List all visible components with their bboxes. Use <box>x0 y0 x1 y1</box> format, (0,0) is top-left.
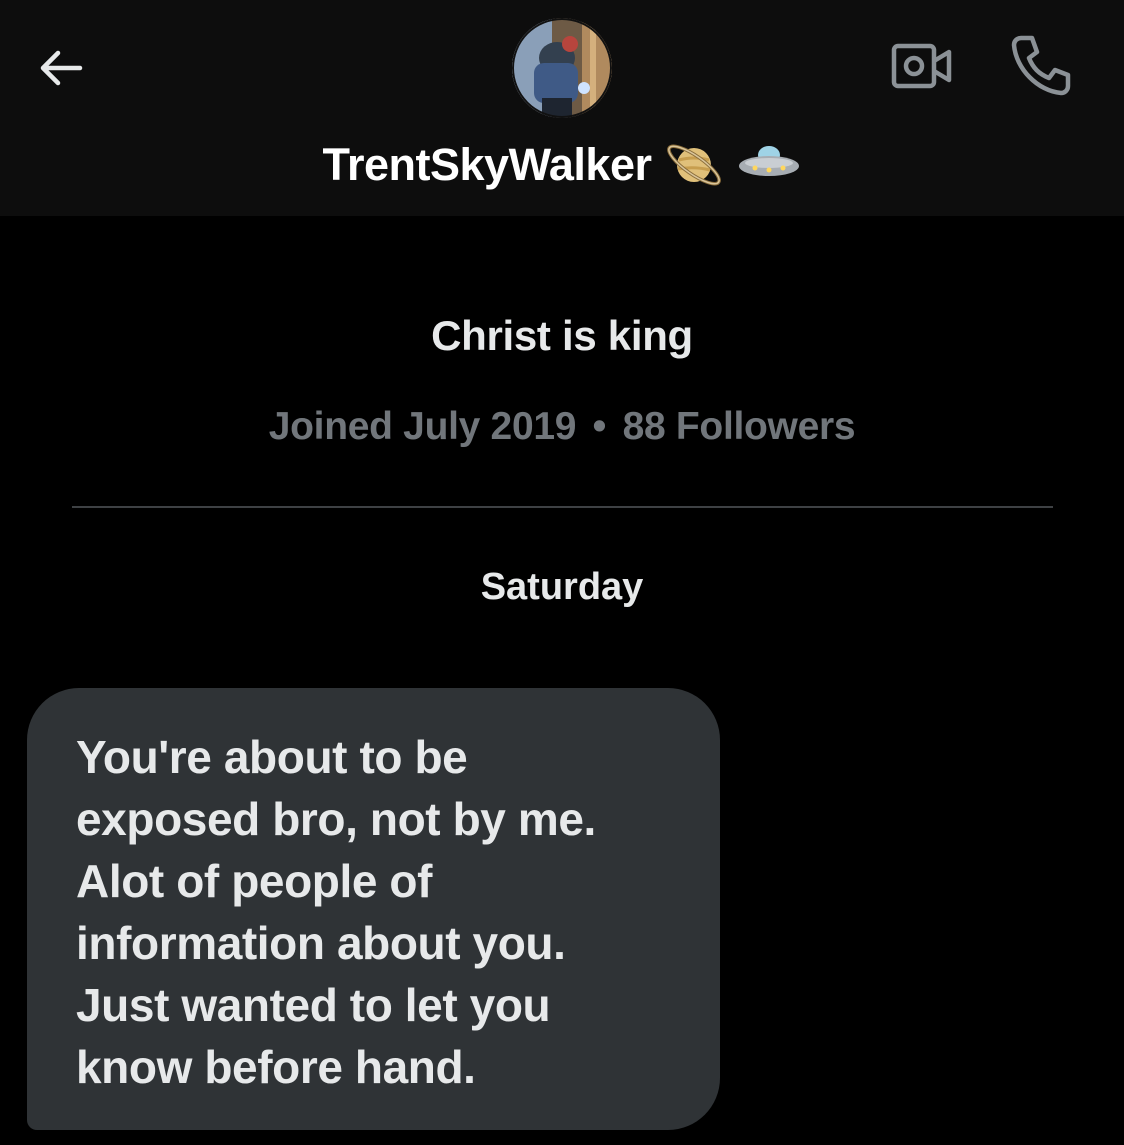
display-name: TrentSkyWalker <box>322 139 652 190</box>
message-bubble-received[interactable]: You're about to be exposed bro, not by m… <box>27 688 720 1130</box>
date-separator: Saturday <box>480 566 644 608</box>
video-call-button[interactable] <box>884 36 958 96</box>
phone-icon <box>1011 35 1071 96</box>
message-text: You're about to be exposed bro, not by m… <box>76 731 596 1093</box>
meta-separator: • <box>592 405 607 448</box>
divider <box>72 506 1053 508</box>
arrow-left-icon <box>40 50 83 86</box>
saturn-emoji-icon <box>663 134 725 196</box>
back-button[interactable] <box>30 36 94 100</box>
profile-bio: Christ is king <box>431 312 693 359</box>
display-name-row: TrentSkyWalker <box>0 133 1124 197</box>
followers-count[interactable]: 88 Followers <box>623 405 856 448</box>
profile-meta: Joined July 2019 • 88 Followers <box>0 405 1124 449</box>
avatar[interactable] <box>512 18 612 118</box>
video-camera-icon <box>891 43 952 89</box>
conversation-header: TrentSkyWalker <box>0 0 1124 216</box>
ufo-emoji-icon <box>737 141 801 189</box>
avatar-photo <box>512 18 612 118</box>
dm-conversation-screen: TrentSkyWalker Christ is king Joined Jul… <box>0 0 1124 1145</box>
joined-date: Joined July 2019 <box>268 405 577 448</box>
voice-call-button[interactable] <box>1004 30 1078 100</box>
